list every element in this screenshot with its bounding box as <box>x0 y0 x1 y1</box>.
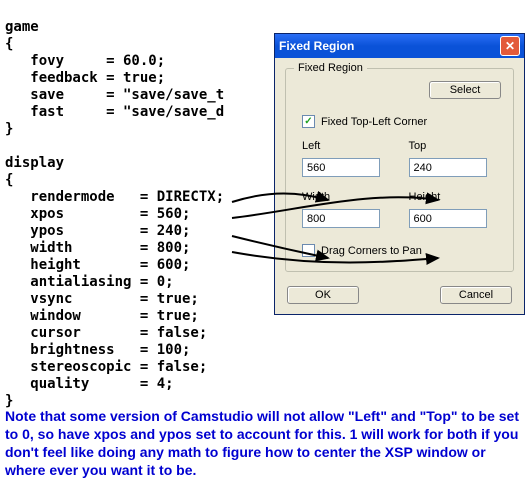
select-button[interactable]: Select <box>429 81 501 99</box>
cancel-button[interactable]: Cancel <box>440 286 512 304</box>
fixed-topleft-checkbox[interactable]: ✓ <box>302 115 315 128</box>
fixed-region-dialog: Fixed Region ✕ Fixed Region Select ✓ Fix… <box>274 33 525 315</box>
height-label: Height <box>409 191 498 203</box>
code-block: game { fovy = 60.0; feedback = true; sav… <box>5 19 224 410</box>
drag-corners-checkbox[interactable] <box>302 244 315 257</box>
titlebar[interactable]: Fixed Region ✕ <box>275 34 524 58</box>
ok-button[interactable]: OK <box>287 286 359 304</box>
footnote: Note that some version of Camstudio will… <box>5 407 525 479</box>
fixed-topleft-label: Fixed Top-Left Corner <box>321 116 427 128</box>
width-input[interactable] <box>302 209 380 228</box>
dialog-body: Fixed Region Select ✓ Fixed Top-Left Cor… <box>275 58 524 314</box>
fixed-region-group: Fixed Region Select ✓ Fixed Top-Left Cor… <box>285 68 514 272</box>
close-icon[interactable]: ✕ <box>500 36 520 56</box>
left-input[interactable] <box>302 158 380 177</box>
width-label: Width <box>302 191 391 203</box>
window-title: Fixed Region <box>279 39 354 53</box>
top-input[interactable] <box>409 158 487 177</box>
group-title: Fixed Region <box>294 62 367 74</box>
height-input[interactable] <box>409 209 487 228</box>
top-label: Top <box>409 140 498 152</box>
left-label: Left <box>302 140 391 152</box>
drag-corners-label: Drag Corners to Pan <box>321 245 422 257</box>
